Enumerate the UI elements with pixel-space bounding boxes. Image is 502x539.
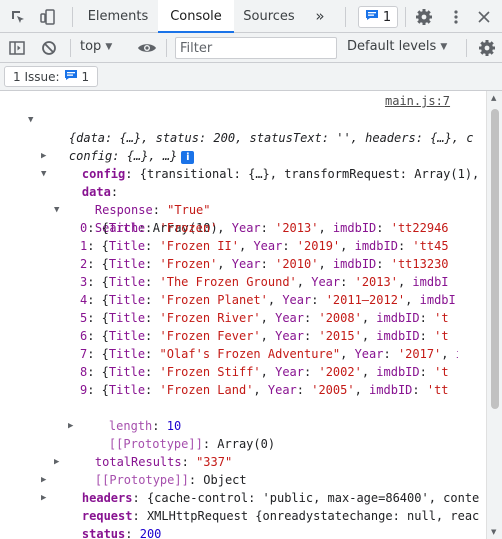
prop-request[interactable]: ▶ request: XMLHttpRequest {onreadystatech… [41, 489, 479, 523]
tab-console[interactable]: Console [158, 0, 234, 33]
prop-config[interactable]: ▶ config: {transitional: {…}, transformRe… [41, 147, 479, 181]
filter-input[interactable] [175, 37, 337, 59]
search-item-row[interactable]: ▶4: {Title: 'Frozen Planet', Year: '2011… [80, 291, 458, 309]
console-toolbar: top▼ Default levels▼ [0, 33, 502, 63]
issues-label: 1 Issue: [13, 69, 60, 84]
log-levels-dropdown[interactable]: Default levels ▼ [347, 39, 447, 54]
prop-length: length: 10 [108, 419, 182, 433]
console-scrollbar[interactable]: ▲ ▼ [486, 91, 502, 539]
devtools-tab-bar: Elements Console Sources » 1 [0, 0, 502, 33]
scrollbar-thumb[interactable] [491, 109, 499, 409]
prop-total-results: totalResults: "337" [94, 455, 233, 469]
toolbar-divider [166, 39, 167, 57]
issue-message-icon [64, 69, 78, 84]
close-devtools-icon[interactable] [473, 6, 495, 28]
search-item-row[interactable]: ▶6: {Title: 'Frozen Fever', Year: '2015'… [80, 327, 458, 345]
messages-badge[interactable]: 1 [358, 6, 398, 28]
levels-label: Default levels [347, 39, 437, 54]
tab-divider [72, 7, 73, 27]
search-item-row[interactable]: ▶3: {Title: 'The Frozen Ground', Year: '… [80, 273, 458, 291]
search-item-row[interactable]: ▶1: {Title: 'Frozen II', Year: '2019', i… [80, 237, 458, 255]
search-item-row[interactable]: ▶0: {Title: 'Frozen', Year: '2013', imdb… [80, 219, 458, 237]
console-settings-gear-icon[interactable] [476, 37, 498, 59]
prop-headers[interactable]: ▶ headers: {cache-control: 'public, max-a… [41, 471, 479, 505]
search-item-row[interactable]: ▶8: {Title: 'Frozen Stiff', Year: '2002'… [80, 363, 458, 381]
more-tabs-button[interactable]: » [306, 0, 334, 33]
clear-console-icon[interactable] [38, 37, 60, 59]
collapsed-triangle-icon[interactable]: ▶ [41, 471, 46, 489]
prop-status-text: statusText: "" [53, 525, 183, 539]
expanded-triangle-icon[interactable]: ▼ [54, 201, 59, 219]
messages-count: 1 [382, 9, 392, 25]
search-item-row[interactable]: ▶9: {Title: 'Frozen Land', Year: '2005',… [80, 381, 458, 399]
prop-prototype-object[interactable]: ▶ [[Prototype]]: Object [54, 453, 247, 487]
object-summary-line[interactable]: ▼ {data: {…}, status: 200, statusText: ''… [28, 111, 473, 145]
search-item-row[interactable]: ▶5: {Title: 'Frozen River', Year: '2008'… [80, 309, 458, 327]
search-item-row[interactable]: ▶7: {Title: "Olaf's Frozen Adventure", Y… [80, 345, 458, 363]
kebab-menu-icon[interactable] [445, 6, 467, 28]
tab-divider [405, 7, 406, 27]
toolbar-divider [70, 39, 71, 57]
prop-status: status: 200 [81, 527, 162, 539]
issues-button[interactable]: 1 Issue: 1 [4, 66, 99, 87]
collapsed-triangle-icon[interactable]: ▶ [41, 147, 46, 165]
prop-search[interactable]: ▼ Search: Array(10) [54, 201, 218, 235]
toggle-sidebar-icon[interactable] [6, 37, 28, 59]
collapsed-triangle-icon[interactable]: ▶ [68, 417, 73, 435]
collapsed-triangle-icon[interactable]: ▶ [41, 489, 46, 507]
object-summary-line-2: config: {…}, …} i [40, 129, 195, 164]
dropdown-caret-icon: ▼ [440, 42, 448, 52]
device-toolbar-icon[interactable] [37, 6, 59, 28]
message-icon [365, 9, 379, 25]
js-context-selector[interactable]: top ▼ [80, 39, 112, 54]
expanded-triangle-icon[interactable]: ▼ [28, 111, 33, 129]
context-label: top [80, 39, 102, 54]
live-expression-eye-icon[interactable] [136, 37, 158, 59]
inspect-element-icon[interactable] [7, 6, 29, 28]
scroll-up-arrow-icon[interactable]: ▲ [491, 94, 496, 102]
prop-prototype-array[interactable]: ▶ [[Prototype]]: Array(0) [68, 417, 275, 451]
issues-bar: 1 Issue: 1 [0, 63, 502, 91]
source-link[interactable]: main.js:7 [385, 94, 450, 108]
tab-divider [345, 7, 346, 27]
search-item-row[interactable]: ▶2: {Title: 'Frozen', Year: '2010', imdb… [80, 255, 458, 273]
toolbar-divider [466, 39, 467, 57]
settings-gear-icon[interactable] [413, 6, 435, 28]
expanded-triangle-icon[interactable]: ▼ [41, 165, 46, 183]
prop-response: Response: "True" [94, 203, 211, 217]
issues-count: 1 [81, 69, 90, 84]
collapsed-triangle-icon[interactable]: ▶ [54, 453, 59, 471]
tab-elements[interactable]: Elements [78, 0, 158, 33]
tab-sources[interactable]: Sources [234, 0, 304, 33]
scroll-down-arrow-icon[interactable]: ▼ [491, 528, 496, 536]
dropdown-caret-icon: ▼ [105, 42, 113, 52]
prop-data[interactable]: ▼ data: [41, 165, 118, 199]
console-output: main.js:7 ▼ {data: {…}, status: 200, stat… [0, 91, 486, 539]
